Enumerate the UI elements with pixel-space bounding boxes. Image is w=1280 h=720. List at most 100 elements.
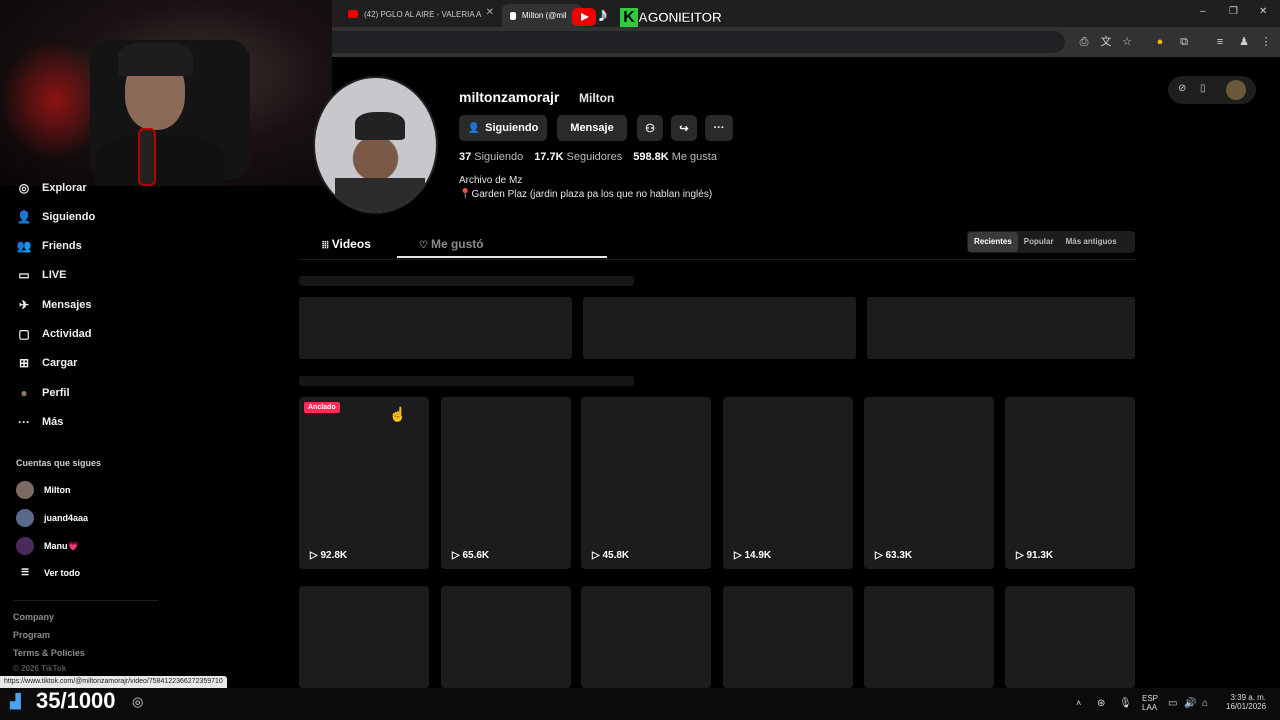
tray-expand-icon[interactable]: ˄ xyxy=(1076,698,1081,708)
add-user-icon: ⚇ xyxy=(645,122,655,135)
video-card[interactable] xyxy=(1005,586,1135,688)
add-friend-button[interactable]: ⚇ xyxy=(637,115,663,141)
phone-icon[interactable]: ▯ xyxy=(1200,83,1206,94)
footer-link-terms[interactable]: Terms & Policies xyxy=(13,648,85,658)
streamer-brand-text: AGONIEITOR xyxy=(638,9,722,26)
video-card[interactable]: ▷ 63.3K xyxy=(864,397,994,569)
share-button[interactable]: ↪ xyxy=(671,115,697,141)
display-icon[interactable]: ▭ xyxy=(1168,698,1177,709)
following-account-item[interactable]: juand4aaa xyxy=(16,509,88,527)
video-card[interactable]: ▷ 91.3K xyxy=(1005,397,1135,569)
sidebar-item-label: Friends xyxy=(42,240,82,252)
status-url-tooltip: https://www.tiktok.com/@miltonzamorajr/v… xyxy=(0,676,227,688)
sidebar-item-actividad[interactable]: ▢ Actividad xyxy=(16,327,91,341)
extensions-puzzle-icon[interactable]: ⧉ xyxy=(1177,35,1191,49)
webcam-overlay xyxy=(0,0,332,186)
following-account-item[interactable]: Manu💗 xyxy=(16,537,79,555)
bookmark-star-icon[interactable]: ☆ xyxy=(1120,35,1134,49)
footer-link-program[interactable]: Program xyxy=(13,630,50,640)
taskbar xyxy=(0,688,1280,720)
sort-oldest-button[interactable]: Más antiguos xyxy=(1060,232,1123,252)
install-app-icon[interactable]: ⎙ xyxy=(1077,35,1091,49)
browser-tab-youtube[interactable]: (42) PGLO AL AIRE - VALERIA A ✕ xyxy=(340,4,500,24)
video-card[interactable] xyxy=(581,586,711,688)
maximize-icon[interactable]: ❐ xyxy=(1229,6,1238,17)
kick-logo-icon: K xyxy=(620,8,638,27)
tiktok-favicon-icon xyxy=(510,11,516,20)
hand-cursor-icon: ☝ xyxy=(389,406,407,422)
sidebar-item-label: Más xyxy=(42,416,64,428)
account-name: Manu💗 xyxy=(44,540,79,551)
sidebar-item-friends[interactable]: 👥 Friends xyxy=(16,239,82,253)
video-card[interactable]: ▷ 92.8K xyxy=(299,397,429,569)
loading-skeleton xyxy=(299,376,634,386)
tab-title: Milton (@mil xyxy=(522,11,567,20)
profile-nickname: Milton xyxy=(579,91,615,105)
media-control-icon[interactable]: ≡ xyxy=(1213,35,1227,49)
see-all-link[interactable]: ☰ Ver todo xyxy=(16,567,80,578)
taskbar-app-icon[interactable]: ▟ xyxy=(10,693,21,710)
browser-menu-icon[interactable]: ⋮ xyxy=(1259,35,1273,49)
sidebar-item-label: LIVE xyxy=(42,269,67,281)
microphone-tray-icon[interactable]: 🎙 xyxy=(1119,698,1132,709)
sidebar-item-explorar[interactable]: ◎ Explorar xyxy=(16,181,87,195)
following-button[interactable]: 👤 Siguiendo xyxy=(459,115,547,141)
compass-icon[interactable]: ⊘ xyxy=(1178,83,1186,94)
video-card[interactable]: ▷ 65.6K xyxy=(441,397,571,569)
minimize-icon[interactable]: – xyxy=(1200,6,1206,17)
extension-coin-icon[interactable]: ● xyxy=(1153,35,1167,49)
browser-tab-tiktok[interactable]: Milton (@mil xyxy=(502,4,582,27)
obs-icon[interactable]: ◎ xyxy=(132,694,143,710)
video-card[interactable] xyxy=(299,586,429,688)
sort-recent-button[interactable]: Recientes xyxy=(968,232,1018,252)
profile-stats: 37 Siguiendo 17.7K Seguidores 598.8K Me gus… xyxy=(459,151,717,163)
profile-icon[interactable]: ♟ xyxy=(1237,35,1251,49)
upload-icon: ⊞ xyxy=(18,356,30,370)
tray-app-icon[interactable]: ⊛ xyxy=(1097,698,1105,709)
floating-controls: ⊘ ▯ xyxy=(1168,76,1256,104)
stat-following[interactable]: 37 Siguiendo xyxy=(459,151,523,163)
sidebar-item-mensajes[interactable]: ✈ Mensajes xyxy=(16,298,92,312)
more-options-button[interactable]: ··· xyxy=(705,115,733,141)
language-indicator[interactable]: ESP LAA xyxy=(1142,694,1158,712)
footer-link-company[interactable]: Company xyxy=(13,612,54,622)
tab-liked[interactable]: ♡ Me gustó xyxy=(419,237,484,251)
video-card[interactable] xyxy=(864,586,994,688)
following-button-label: Siguiendo xyxy=(485,122,539,134)
profile-bio-line: 📍Garden Plaz (jardin plaza pa los que no… xyxy=(459,189,713,200)
sidebar-item-mas[interactable]: ··· Más xyxy=(16,415,63,429)
video-card[interactable] xyxy=(723,586,853,688)
sidebar-item-label: Cargar xyxy=(42,357,78,369)
profile-username: miltonzamorajr xyxy=(459,89,560,105)
tab-videos-label: Videos xyxy=(331,237,371,251)
sidebar-item-label: Mensajes xyxy=(42,299,92,311)
volume-icon[interactable]: 🔊 xyxy=(1184,698,1196,709)
translate-icon[interactable]: 文 xyxy=(1099,35,1113,49)
video-card[interactable]: ▷ 14.9K xyxy=(723,397,853,569)
sidebar-item-cargar[interactable]: ⊞ Cargar xyxy=(16,356,78,370)
avatar[interactable] xyxy=(1226,80,1246,100)
profile-avatar[interactable] xyxy=(313,76,438,214)
close-tab-icon[interactable]: ✕ xyxy=(486,7,494,18)
network-icon[interactable]: ⌂ xyxy=(1202,698,1208,709)
video-card[interactable] xyxy=(441,586,571,688)
view-count: ▷ 65.6K xyxy=(452,550,490,561)
sort-popular-button[interactable]: Popular xyxy=(1018,232,1060,252)
system-clock[interactable]: 3:39 a. m. 16/01/2026 xyxy=(1226,693,1266,711)
sidebar-item-live[interactable]: ▭ LIVE xyxy=(16,268,66,282)
see-all-label: Ver todo xyxy=(44,567,81,578)
stat-followers[interactable]: 17.7K Seguidores xyxy=(534,151,622,163)
microphone-icon xyxy=(138,128,156,186)
sidebar-item-siguiendo[interactable]: 👤 Siguiendo xyxy=(16,210,96,224)
close-window-icon[interactable]: ✕ xyxy=(1259,6,1267,17)
video-card[interactable]: ▷ 45.8K xyxy=(581,397,711,569)
following-account-item[interactable]: Milton xyxy=(16,481,71,499)
message-button[interactable]: Mensaje xyxy=(557,115,627,141)
sidebar-item-perfil[interactable]: ● Perfil xyxy=(16,386,69,400)
copyright-text: © 2026 TikTok xyxy=(13,664,67,673)
tab-videos[interactable]: ⦙⦙⦙ Videos xyxy=(322,237,371,251)
youtube-logo-icon xyxy=(572,8,596,26)
stream-counter: 35/1000 xyxy=(36,688,116,713)
avatar xyxy=(16,537,34,555)
pinned-badge: Anclado xyxy=(304,402,340,413)
